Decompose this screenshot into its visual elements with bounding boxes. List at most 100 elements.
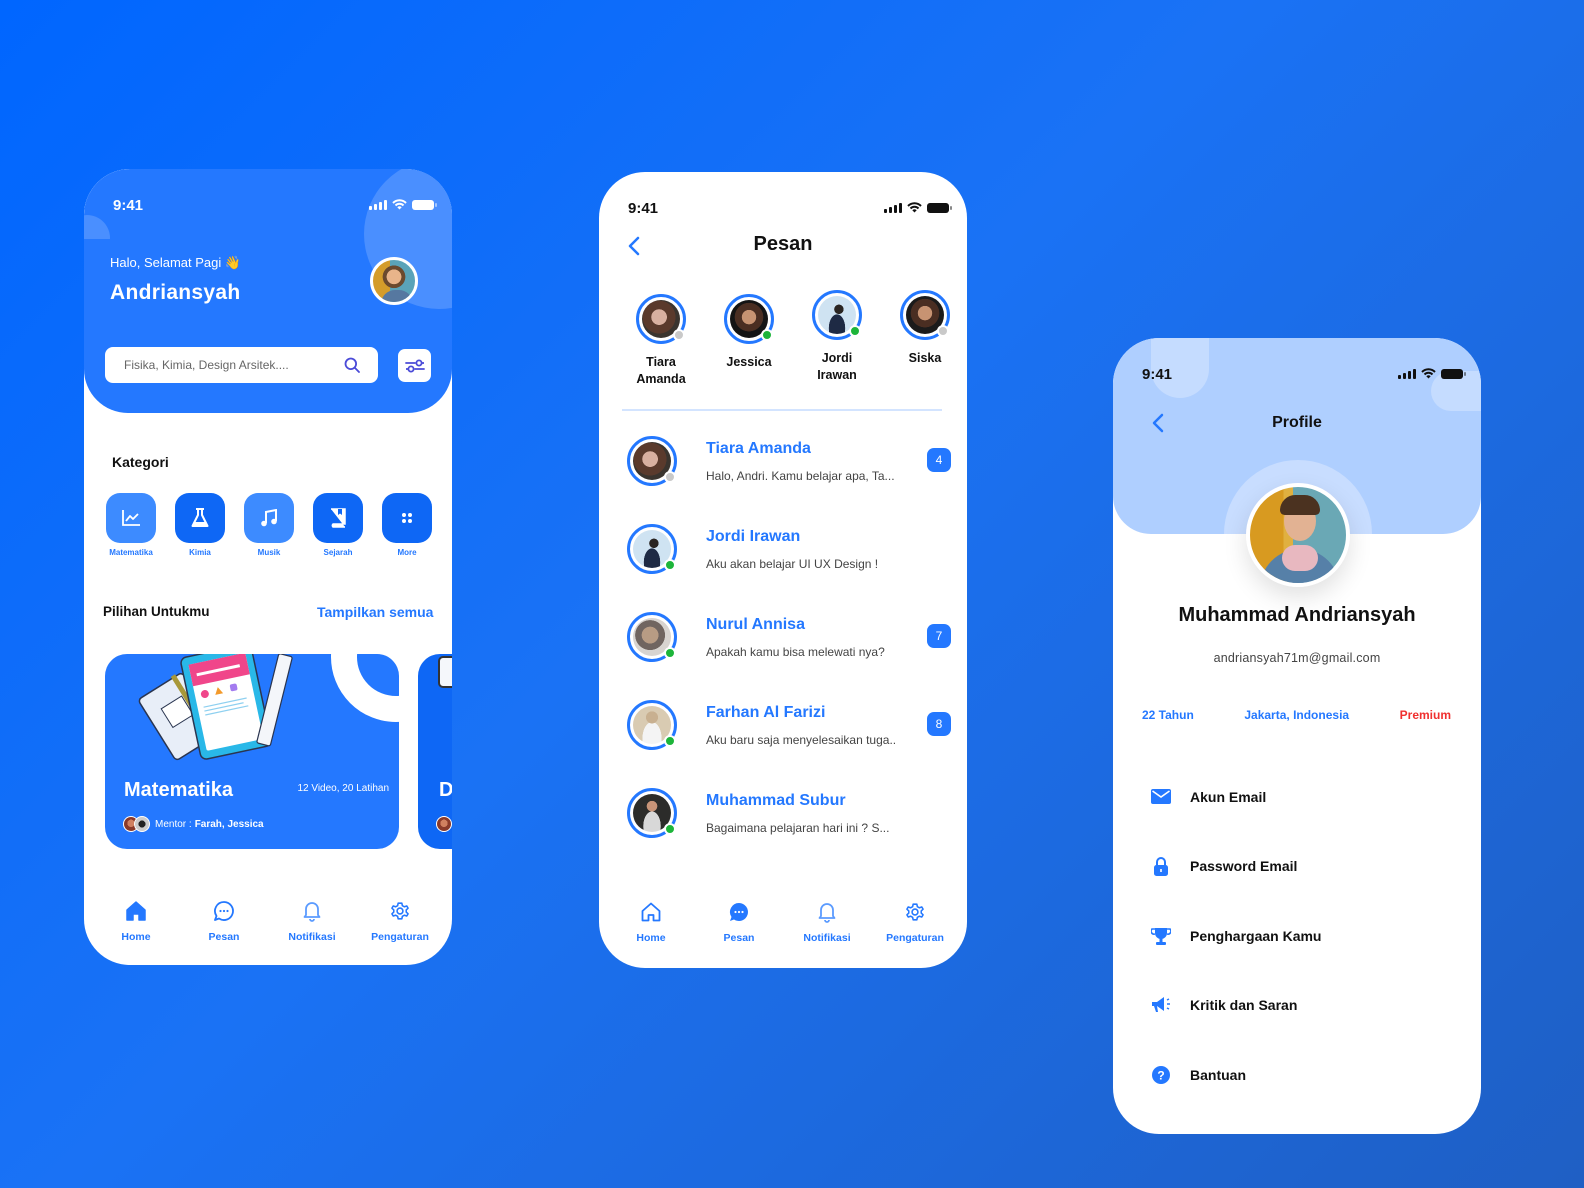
status-time: 9:41 (628, 200, 659, 217)
chart-line-icon (122, 510, 140, 526)
menu-label: Penghargaan Kamu (1190, 927, 1322, 944)
course-title: Matematika (124, 779, 233, 801)
conversation-item[interactable]: Farhan Al Farizi Aku baru saja menyelesa… (627, 696, 951, 784)
see-all-link[interactable]: Tampilkan semua (317, 604, 433, 620)
category-more[interactable]: More (382, 493, 432, 557)
avatar (900, 290, 950, 340)
offline-status-dot (937, 325, 949, 337)
nav-pengaturan[interactable]: Pengaturan (370, 900, 430, 943)
nav-home[interactable]: Home (106, 900, 166, 943)
bottom-nav: Home Pesan Notifikasi Pengaturan (84, 900, 452, 943)
course-card[interactable]: Matematika 12 Video, 20 Latihan Mentor :… (105, 654, 399, 849)
page-title: Profile (1272, 414, 1322, 431)
offline-status-dot (664, 471, 676, 483)
conversation-item[interactable]: Tiara Amanda Halo, Andri. Kamu belajar a… (627, 432, 951, 520)
greeting-text: Halo, Selamat Pagi 👋 (110, 255, 242, 270)
filter-button[interactable] (398, 349, 431, 382)
status-icons (1398, 368, 1466, 379)
profile-email: andriansyah71m@gmail.com (1213, 651, 1381, 665)
chat-bubble-filled-icon (729, 903, 748, 921)
category-matematika[interactable]: Matematika (106, 493, 156, 557)
conversation-name: Farhan Al Farizi (706, 704, 826, 721)
nav-label: Pengaturan (371, 931, 429, 943)
menu-akun-email[interactable]: Akun Email (1150, 762, 1450, 832)
category-label: Sejarah (323, 548, 353, 557)
chat-bubble-icon (214, 901, 234, 921)
age-stat: 22 Tahun (1142, 708, 1194, 722)
conversation-name: Tiara Amanda (706, 440, 811, 457)
category-label: Matematika (109, 548, 153, 557)
menu-label: Password Email (1190, 858, 1298, 875)
offline-status-dot (673, 329, 685, 341)
story-name: Tiara Amanda (636, 355, 686, 386)
menu-password-email[interactable]: Password Email (1150, 832, 1450, 902)
category-sejarah[interactable]: Sejarah (313, 493, 363, 557)
story-item[interactable]: Siska (881, 290, 967, 388)
menu-bantuan[interactable]: ? Bantuan (1150, 1040, 1450, 1110)
online-status-dot (761, 329, 773, 341)
mentor-avatar (436, 816, 452, 832)
conversation-item[interactable]: Muhammad Subur Bagaimana pelajaran hari … (627, 784, 949, 872)
profile-avatar[interactable] (1246, 483, 1350, 587)
story-item[interactable]: Jessica (705, 294, 793, 388)
story-item[interactable]: Tiara Amanda (617, 294, 705, 388)
battery-icon (412, 199, 437, 210)
grid-dots-icon (402, 513, 412, 523)
menu-kritik-saran[interactable]: Kritik dan Saran (1150, 971, 1450, 1041)
search-input[interactable] (124, 358, 334, 372)
conversation-preview: Aku baru saja menyelesaikan tuga.. (706, 733, 897, 747)
home-outline-icon (641, 902, 661, 922)
course-meta: 12 Video, 20 Latihan (297, 783, 389, 794)
nav-label: Pesan (208, 931, 240, 943)
story-name: Jessica (726, 355, 772, 369)
nav-label: Notifikasi (288, 931, 336, 943)
avatar (812, 290, 862, 340)
search-icon[interactable] (344, 357, 360, 373)
nav-pesan[interactable]: Pesan (194, 900, 254, 943)
online-status-dot (664, 559, 676, 571)
menu-label: Akun Email (1190, 788, 1267, 805)
nav-home[interactable]: Home (621, 901, 681, 944)
messages-screen: 9:41 Pesan Tiara Amanda Jessica Jordi Ir… (599, 172, 967, 968)
category-kimia[interactable]: Kimia (175, 493, 225, 557)
bell-icon (818, 903, 836, 923)
divider (622, 409, 942, 411)
signal-icon (369, 199, 387, 210)
page-title: Pesan (753, 233, 813, 255)
avatar (627, 524, 677, 574)
nav-notifikasi[interactable]: Notifikasi (282, 900, 342, 943)
stationery-illustration (138, 654, 293, 761)
user-avatar[interactable] (370, 257, 418, 305)
megaphone-icon (1152, 997, 1170, 1013)
avatar (636, 294, 686, 344)
battery-icon (1441, 368, 1466, 379)
svg-text:?: ? (1157, 1068, 1164, 1082)
avatar (627, 700, 677, 750)
nav-pengaturan[interactable]: Pengaturan (885, 901, 945, 944)
category-musik[interactable]: Musik (244, 493, 294, 557)
conversation-item[interactable]: Nurul Annisa Apakah kamu bisa melewati n… (627, 608, 951, 696)
online-status-dot (849, 325, 861, 337)
plan-badge: Premium (1399, 708, 1451, 722)
flask-icon (191, 508, 209, 527)
conversation-name: Jordi Irawan (706, 528, 801, 545)
unread-badge: 4 (927, 448, 951, 472)
course-card[interactable]: D (418, 654, 452, 849)
menu-penghargaan[interactable]: Penghargaan Kamu (1150, 901, 1450, 971)
nav-notifikasi[interactable]: Notifikasi (797, 901, 857, 944)
online-status-dot (664, 735, 676, 747)
category-label: Musik (257, 548, 281, 557)
status-time: 9:41 (113, 197, 144, 214)
signal-icon (1398, 368, 1416, 379)
conversation-item[interactable]: Jordi Irawan Aku akan belajar UI UX Desi… (627, 520, 949, 608)
nav-pesan[interactable]: Pesan (709, 901, 769, 944)
conversation-preview: Bagaimana pelajaran hari ini ? S... (706, 821, 890, 835)
conversation-name: Nurul Annisa (706, 616, 805, 633)
avatar (724, 294, 774, 344)
signal-icon (884, 202, 902, 213)
profile-stats: 22 Tahun Jakarta, Indonesia Premium (1142, 708, 1451, 722)
gear-icon (906, 903, 924, 921)
status-time: 9:41 (1142, 366, 1173, 383)
story-item[interactable]: Jordi Irawan (793, 290, 881, 388)
search-box (105, 347, 378, 383)
